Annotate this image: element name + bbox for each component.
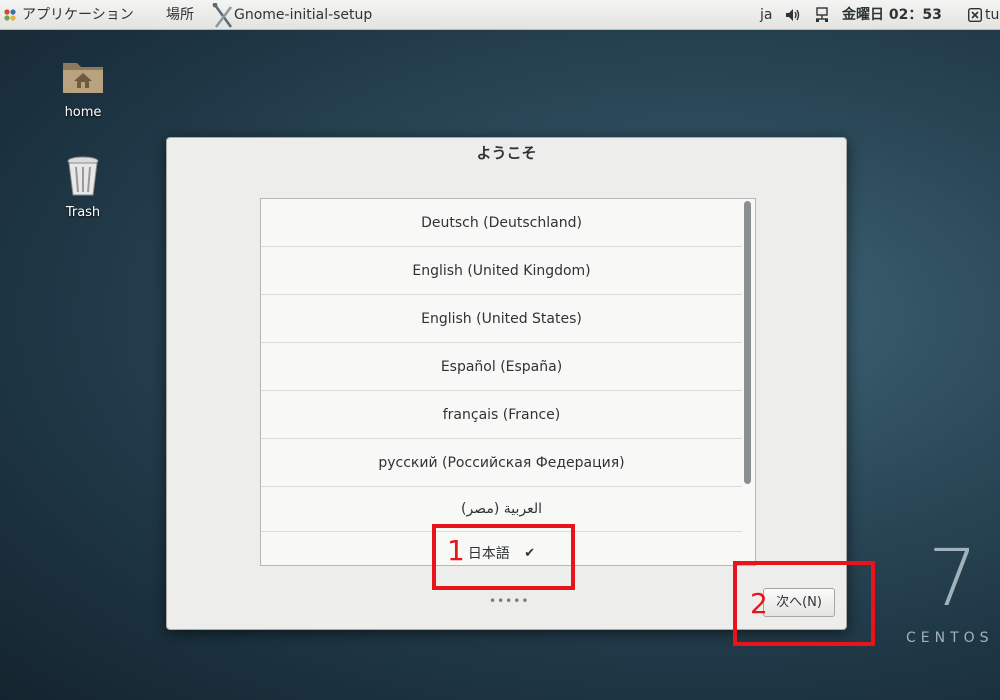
active-app-menu[interactable]: Gnome-initial-setup — [234, 0, 372, 30]
language-row-russian[interactable]: русский (Российская Федерация) — [261, 439, 742, 487]
centos-version-number: 7 — [928, 534, 978, 624]
language-label: русский (Российская Федерация) — [378, 455, 625, 471]
list-scrollbar[interactable] — [744, 201, 751, 484]
language-row-francais[interactable]: français (France) — [261, 391, 742, 439]
system-menu-icon[interactable] — [968, 8, 982, 22]
language-row-english-us[interactable]: English (United States) — [261, 295, 742, 343]
desktop-trash[interactable]: Trash — [43, 153, 123, 220]
desktop-icon-label: Trash — [65, 205, 101, 220]
desktop-icon-label: home — [64, 105, 102, 120]
tools-icon — [212, 3, 233, 28]
input-method-indicator[interactable]: ja — [760, 0, 772, 30]
language-label: Deutsch (Deutschland) — [421, 215, 582, 231]
top-panel: アプリケーション 場所 Gnome-initial-setup ja 金曜日 0… — [0, 0, 1000, 30]
dialog-title: ようこそ — [476, 144, 537, 162]
volume-icon[interactable] — [785, 8, 801, 22]
language-label: English (United States) — [421, 311, 582, 327]
language-row-espanol[interactable]: Español (España) — [261, 343, 742, 391]
language-label: English (United Kingdom) — [412, 263, 591, 279]
trash-icon — [67, 156, 99, 196]
centos-brand-text: CENTOS — [906, 630, 994, 646]
page-indicator-dots: ••••• — [489, 594, 530, 608]
annotation-number-1: 1 — [447, 534, 465, 567]
home-folder-icon — [63, 63, 103, 93]
applications-icon — [4, 9, 16, 21]
desktop-home-folder[interactable]: home — [43, 53, 123, 120]
language-label: العربية (مصر) — [461, 501, 542, 517]
places-menu[interactable]: 場所 — [166, 0, 194, 30]
applications-menu[interactable]: アプリケーション — [22, 0, 134, 30]
language-label: français (France) — [442, 407, 561, 423]
language-label: Español (España) — [440, 359, 563, 375]
language-list[interactable]: Deutsch (Deutschland) English (United Ki… — [260, 198, 756, 566]
user-menu[interactable]: tu — [985, 0, 999, 30]
language-row-deutsch[interactable]: Deutsch (Deutschland) — [261, 199, 742, 247]
clock[interactable]: 金曜日 02：53 — [842, 0, 942, 30]
language-row-english-uk[interactable]: English (United Kingdom) — [261, 247, 742, 295]
network-wired-icon[interactable] — [815, 7, 829, 23]
annotation-number-2: 2 — [750, 587, 768, 620]
